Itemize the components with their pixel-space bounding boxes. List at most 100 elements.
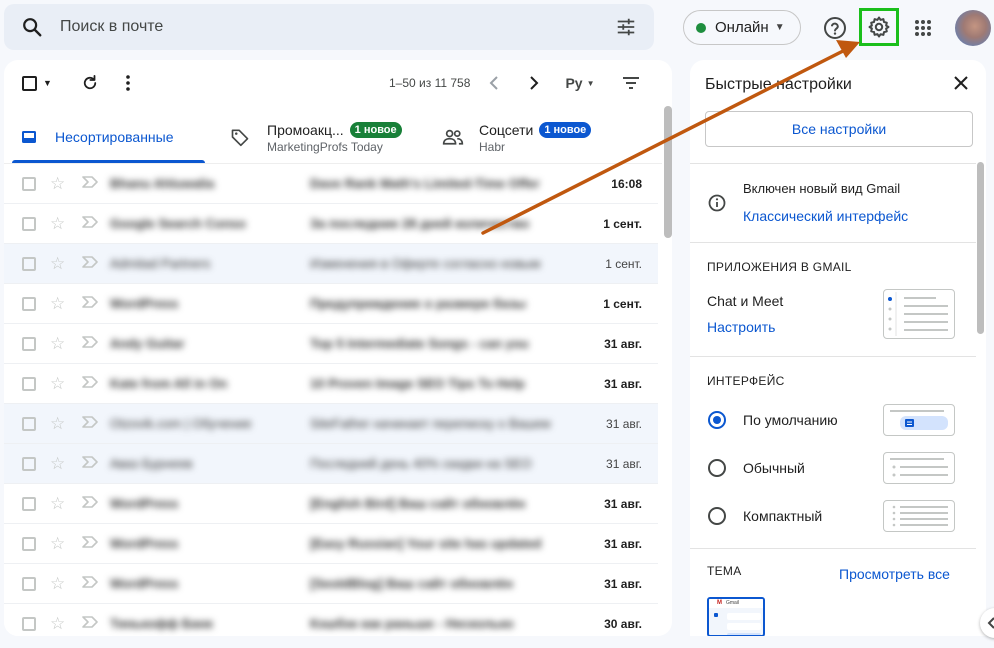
info-icon [708,194,726,217]
email-row[interactable]: ☆ WordPress [Easy Russian] Your site has u… [4,524,658,564]
star-icon[interactable]: ☆ [50,614,65,634]
settings-button[interactable] [859,8,899,46]
chevron-left-icon[interactable] [484,70,504,96]
chevron-down-icon: ▼ [43,78,52,88]
email-date: 16:08 [611,176,642,191]
email-sender: WordPress [110,576,179,591]
tab-promotions[interactable]: Промоакц... 1 новое MarketingProfs Today [230,110,430,164]
email-sender: Admitad Partners [110,256,211,271]
density-default-preview [883,404,955,436]
row-checkbox[interactable] [22,216,36,231]
avatar[interactable] [955,10,991,46]
email-row[interactable]: ☆ Andy Guitar Top 5 Intermediate Songs - c… [4,324,658,364]
search-icon[interactable] [4,16,60,38]
star-icon[interactable]: ☆ [50,294,65,314]
divider [690,163,976,164]
tab-social[interactable]: Соцсети 1 новое Habr [442,110,642,164]
star-icon[interactable]: ☆ [50,574,65,594]
importance-marker-icon[interactable] [82,295,98,313]
star-icon[interactable]: ☆ [50,214,65,234]
apps-grid-icon[interactable] [905,10,941,46]
all-settings-button[interactable]: Все настройки [705,111,973,147]
email-row[interactable]: ☆ Тинькофф Банк Кэшбэк как раньше - Нескол… [4,604,658,636]
row-checkbox[interactable] [22,416,36,431]
row-checkbox[interactable] [22,616,36,631]
email-row[interactable]: ☆ Google Search Conso За последние 28 дней… [4,204,658,244]
refresh-icon[interactable] [78,70,102,96]
help-icon[interactable] [817,10,853,46]
importance-marker-icon[interactable] [82,175,98,193]
row-checkbox[interactable] [22,256,36,271]
status-selector[interactable]: Онлайн ▼ [683,10,801,45]
row-checkbox[interactable] [22,536,36,551]
tab-label: Промоакц... [267,122,344,138]
view-all-themes-link[interactable]: Просмотреть все [839,566,950,582]
importance-marker-icon[interactable] [82,335,98,353]
star-icon[interactable]: ☆ [50,454,65,474]
star-icon[interactable]: ☆ [50,414,65,434]
importance-marker-icon[interactable] [82,495,98,513]
density-normal-preview [883,452,955,484]
more-vertical-icon[interactable] [118,70,138,96]
importance-marker-icon[interactable] [82,535,98,553]
row-checkbox[interactable] [22,456,36,471]
email-row[interactable]: ☆ WordPress [English Bird] Ваш сайт обновл… [4,484,658,524]
density-compact-label: Компактный [743,508,823,524]
star-icon[interactable]: ☆ [50,254,65,274]
chevron-right-icon[interactable] [524,70,544,96]
star-icon[interactable]: ☆ [50,174,65,194]
star-icon[interactable]: ☆ [50,534,65,554]
row-checkbox[interactable] [22,576,36,591]
star-icon[interactable]: ☆ [50,334,65,354]
search-options-icon[interactable] [598,16,654,38]
email-subject: Top 5 Intermediate Songs - can you [310,336,529,351]
theme-preview[interactable]: M Gmail [707,597,765,636]
row-checkbox[interactable] [22,376,36,391]
email-sender: Аваз Бурнеев [110,456,193,471]
email-date: 31 авг. [604,376,642,391]
density-default-radio[interactable] [708,411,726,429]
search-input[interactable]: Поиск в почте [60,18,598,36]
search-bar[interactable]: Поиск в почте [4,4,654,50]
email-subject: Предупреждение о размере базы [310,296,527,311]
email-row[interactable]: ☆ WordPress Предупреждение о размере базы 1… [4,284,658,324]
density-compact-radio[interactable] [708,507,726,525]
email-row[interactable]: ☆ Kate from All in On 10 Proven Image SEO … [4,364,658,404]
email-row[interactable]: ☆ Bhanu Ahluwalia Dave Rank Math's Limited… [4,164,658,204]
select-all-checkbox[interactable]: ▼ [18,70,56,96]
email-row[interactable]: ☆ Otzovik.com | Обучение SiteFather начина… [4,404,658,444]
email-row[interactable]: ☆ Аваз Бурнеев Последний день 40% скидки н… [4,444,658,484]
density-normal-radio[interactable] [708,459,726,477]
importance-marker-icon[interactable] [82,415,98,433]
star-icon[interactable]: ☆ [50,494,65,514]
input-tools-button[interactable]: Ру ▼ [562,70,598,96]
filter-icon[interactable] [620,70,642,96]
importance-marker-icon[interactable] [82,455,98,473]
importance-marker-icon[interactable] [82,375,98,393]
row-checkbox[interactable] [22,336,36,351]
row-checkbox[interactable] [22,296,36,311]
email-date: 31 авг. [606,456,642,471]
importance-marker-icon[interactable] [82,615,98,633]
email-date: 31 авг. [604,336,642,351]
close-icon[interactable] [952,74,970,97]
row-checkbox[interactable] [22,496,36,511]
email-sender: Тинькофф Банк [110,616,213,631]
configure-link[interactable]: Настроить [707,319,775,335]
density-compact-preview [883,500,955,532]
importance-marker-icon[interactable] [82,575,98,593]
scrollbar[interactable] [977,162,984,334]
row-checkbox[interactable] [22,176,36,191]
email-row[interactable]: ☆ Admitad Partners Изменения в Оферте согл… [4,244,658,284]
email-row[interactable]: ☆ WordPress [SeoIdBlog] Ваш сайт обновлён 3… [4,564,658,604]
star-icon[interactable]: ☆ [50,374,65,394]
scrollbar[interactable] [664,106,672,238]
importance-marker-icon[interactable] [82,215,98,233]
divider [690,356,976,357]
tab-label: Несортированные [55,129,174,145]
importance-marker-icon[interactable] [82,255,98,273]
email-subject: SiteFather начинает переписку о Вашем [310,416,550,431]
chat-meet-label: Chat и Meet [707,293,784,309]
classic-interface-link[interactable]: Классический интерфейс [743,208,908,224]
tab-primary[interactable]: Несортированные [20,110,210,164]
